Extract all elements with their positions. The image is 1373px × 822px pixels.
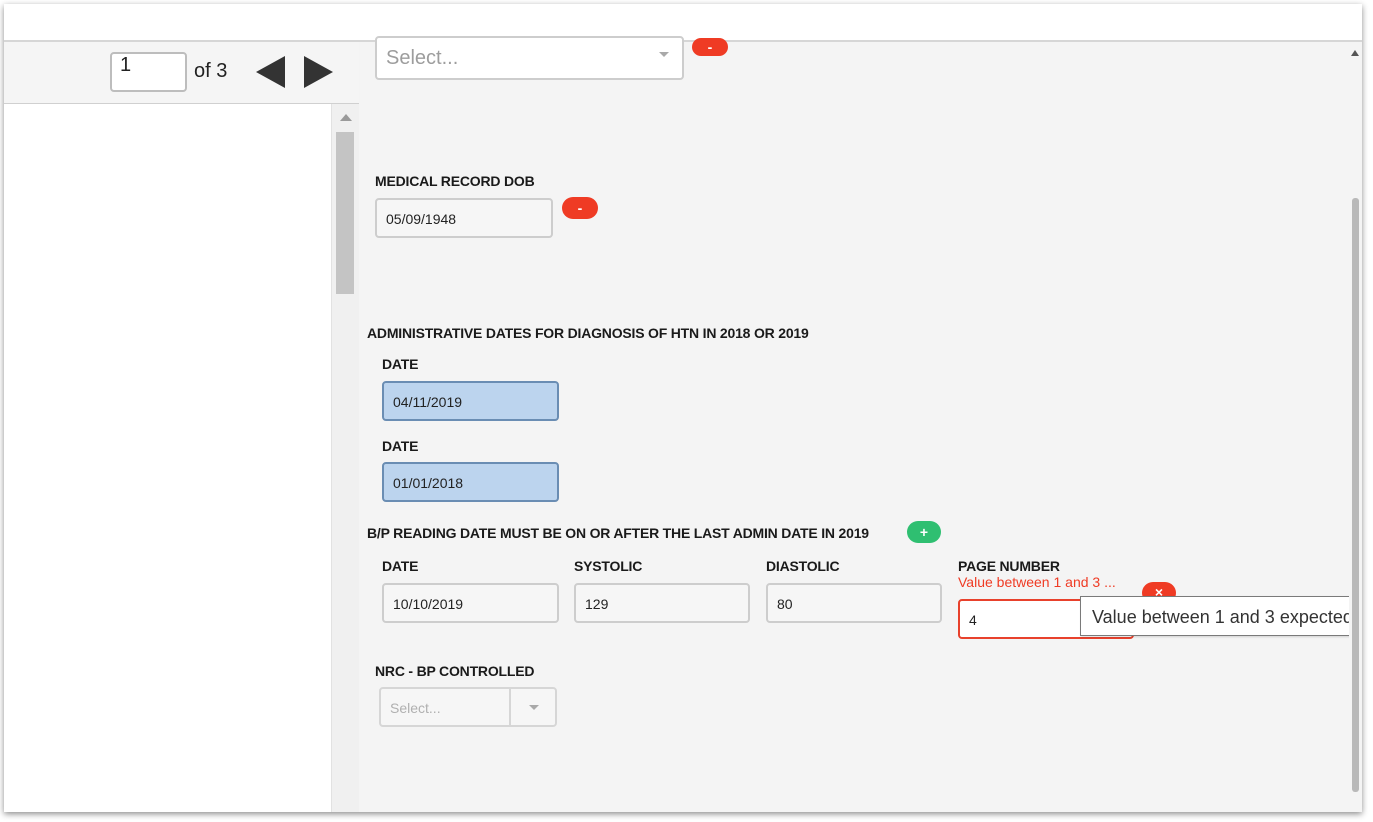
scroll-up-icon[interactable] (340, 114, 352, 121)
page-number-label: PAGE NUMBER (958, 558, 1060, 574)
admin-date-field[interactable]: 04/11/2019 (382, 381, 559, 421)
app-window: 1 of 3 Select... - MEDICAL RECORD DOB 05… (4, 4, 1362, 812)
viewer-scrollbar-thumb[interactable] (336, 132, 354, 294)
form-scrollbar-thumb[interactable] (1352, 198, 1359, 792)
scroll-up-icon[interactable] (1351, 50, 1359, 56)
bp-date-field[interactable]: 10/10/2019 (382, 583, 559, 623)
page-number-error-message: Value between 1 and 3 ... (958, 574, 1116, 590)
diastolic-field[interactable]: 80 (766, 583, 942, 623)
diastolic-label: DIASTOLIC (766, 558, 840, 574)
systolic-field[interactable]: 129 (574, 583, 750, 623)
remove-top-select-button[interactable]: - (692, 38, 728, 56)
viewer-scrollbar[interactable] (331, 104, 359, 812)
pager-toolbar: 1 of 3 (4, 42, 359, 104)
next-page-icon[interactable] (304, 56, 333, 88)
chevron-down-icon (659, 52, 669, 57)
top-select-placeholder: Select... (386, 47, 459, 69)
nrc-bp-controlled-label: NRC - BP CONTROLLED (375, 663, 535, 679)
bp-date-label: DATE (382, 558, 419, 574)
page-count-label: of 3 (194, 60, 228, 82)
admin-date-label: DATE (382, 356, 419, 372)
document-viewer-pane: 1 of 3 (4, 42, 359, 812)
bp-reading-heading: B/P READING DATE MUST BE ON OR AFTER THE… (367, 525, 869, 541)
nrc-bp-controlled-select[interactable]: Select... (379, 687, 557, 727)
admin-date-field[interactable]: 01/01/2018 (382, 462, 559, 502)
admin-date-label: DATE (382, 438, 419, 454)
remove-dob-button[interactable]: - (562, 197, 598, 219)
admin-dates-heading: ADMINISTRATIVE DATES FOR DIAGNOSIS OF HT… (367, 325, 809, 341)
validation-tooltip: Value between 1 and 3 expected; (1080, 596, 1362, 636)
chevron-down-icon[interactable] (529, 705, 539, 710)
top-select-dropdown[interactable]: Select... (375, 36, 684, 80)
add-bp-reading-button[interactable]: + (907, 521, 941, 543)
systolic-label: SYSTOLIC (574, 558, 643, 574)
dob-field[interactable]: 05/09/1948 (375, 198, 553, 238)
form-scrollbar[interactable] (1349, 42, 1362, 812)
abstraction-form: Select... - MEDICAL RECORD DOB 05/09/194… (359, 36, 1362, 812)
dob-label: MEDICAL RECORD DOB (375, 173, 535, 189)
nrc-select-placeholder: Select... (390, 700, 441, 716)
select-divider (509, 689, 511, 725)
page-number-input[interactable]: 1 (110, 52, 187, 92)
previous-page-icon[interactable] (256, 56, 285, 88)
